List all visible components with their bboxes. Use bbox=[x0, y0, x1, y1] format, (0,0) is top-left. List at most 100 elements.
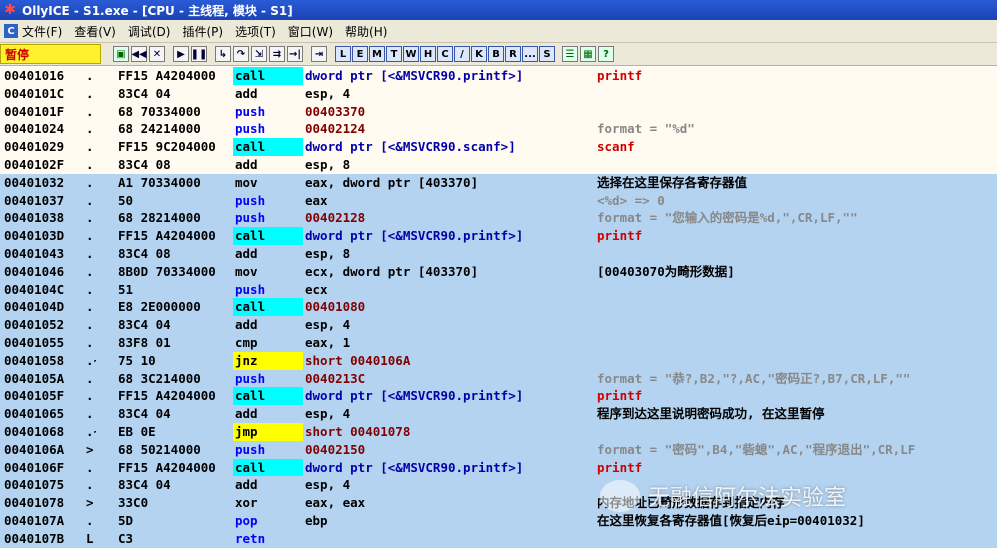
hex-dump-cell: 50 bbox=[118, 192, 134, 208]
menu-window[interactable]: 窗口(W) bbox=[288, 23, 333, 40]
disasm-row[interactable]: 0040106A >68 50214000 push 00402150 format =… bbox=[0, 440, 997, 459]
operand-cell: 00403370 bbox=[305, 103, 366, 119]
pause-icon[interactable]: ❚❚ bbox=[191, 46, 207, 62]
disasm-row[interactable]: 0040101C. 83C4 04 add esp, 4 bbox=[0, 84, 997, 103]
grid-icon[interactable]: ▦ bbox=[580, 46, 596, 62]
flow-marker: . bbox=[86, 210, 94, 226]
disasm-row[interactable]: 00401046. 8B0D 70334000 mov ecx, dword ptr … bbox=[0, 262, 997, 281]
comment-cell bbox=[585, 85, 997, 103]
disasm-row[interactable]: 0040101F. 68 70334000 push 00403370 bbox=[0, 102, 997, 121]
flow-marker: . bbox=[86, 406, 94, 422]
disasm-row[interactable]: 00401016. FF15 A4204000 call dword ptr [<&M… bbox=[0, 67, 997, 85]
mnemonic-cell: jnz bbox=[233, 351, 303, 370]
mnemonic-cell: call bbox=[233, 458, 303, 477]
operand-cell: dword ptr [<&MSVCR90.printf>] bbox=[305, 228, 524, 244]
address-cell: 00401075 bbox=[4, 477, 65, 493]
disasm-row[interactable]: 00401055. 83F8 01 cmp eax, 1 bbox=[0, 334, 997, 352]
restart-icon[interactable]: ◀◀ bbox=[131, 46, 147, 62]
disasm-row[interactable]: 0040104C. 51 push ecx bbox=[0, 280, 997, 299]
disasm-row[interactable]: 00401029. FF15 9C204000 call dword ptr [<&M… bbox=[0, 138, 997, 156]
menu-view[interactable]: 查看(V) bbox=[74, 23, 116, 40]
operand-cell: dword ptr [<&MSVCR90.printf>] bbox=[305, 459, 524, 475]
source-button[interactable]: S bbox=[539, 46, 555, 62]
list-icon[interactable]: ☰ bbox=[562, 46, 578, 62]
disasm-row[interactable]: 0040102F. 83C4 08 add esp, 8 bbox=[0, 156, 997, 174]
disasm-row[interactable]: 00401052. 83C4 04 add esp, 4 bbox=[0, 316, 997, 334]
run-icon[interactable]: ▶ bbox=[173, 46, 189, 62]
execute-till-return-icon[interactable]: →| bbox=[287, 46, 303, 62]
disasm-row[interactable]: 00401043. 83C4 08 add esp, 8 bbox=[0, 245, 997, 263]
menu-plugins[interactable]: 插件(P) bbox=[182, 23, 223, 40]
address-cell: 0040103D bbox=[4, 228, 65, 244]
step-over-icon[interactable]: ↷ bbox=[233, 46, 249, 62]
help-icon[interactable]: ? bbox=[598, 46, 614, 62]
windows-button[interactable]: W bbox=[403, 46, 419, 62]
operand-cell: ecx, dword ptr [403370] bbox=[305, 263, 479, 279]
menu-help[interactable]: 帮助(H) bbox=[345, 23, 387, 40]
mnemonic-cell: push bbox=[235, 121, 266, 137]
mnemonic-cell: call bbox=[233, 138, 303, 156]
disasm-row[interactable]: 0040107B L. C3 retn bbox=[0, 529, 997, 548]
operand-cell: eax, eax bbox=[305, 495, 366, 511]
address-cell: 00401065 bbox=[4, 406, 65, 422]
disasm-row[interactable]: 0040105F. FF15 A4204000 call dword ptr [<&M… bbox=[0, 387, 997, 406]
hex-dump-cell: 83C4 08 bbox=[118, 157, 171, 172]
patches-button[interactable]: / bbox=[454, 46, 470, 62]
flow-marker: . bbox=[86, 68, 94, 83]
menu-debug[interactable]: 调试(D) bbox=[128, 23, 171, 40]
menu-options[interactable]: 选项(T) bbox=[235, 23, 276, 40]
flow-marker: > bbox=[86, 441, 94, 457]
references-button[interactable]: R bbox=[505, 46, 521, 62]
hex-dump-cell: 68 28214000 bbox=[118, 210, 201, 226]
comment-cell: printf bbox=[597, 388, 643, 404]
threads-button[interactable]: T bbox=[386, 46, 402, 62]
goto-icon[interactable]: ⇥ bbox=[311, 46, 327, 62]
trace-into-icon[interactable]: ⇲ bbox=[251, 46, 267, 62]
operand-cell bbox=[305, 530, 583, 548]
disasm-row[interactable]: 0040105A. 68 3C214000 push 0040213C format =… bbox=[0, 369, 997, 388]
operand-cell: dword ptr [<&MSVCR90.printf>] bbox=[305, 68, 524, 83]
comment-cell bbox=[585, 530, 997, 548]
operand-cell: esp, 8 bbox=[305, 157, 351, 172]
address-cell: 0040106F bbox=[4, 459, 65, 475]
watermark-text: 无融信阿尔法实验室 bbox=[648, 486, 847, 511]
operand-cell: 00402128 bbox=[305, 210, 366, 226]
cpu-window-icon[interactable]: C bbox=[4, 24, 18, 38]
comment-cell: format = "密码",B4,"砦螅",AC,"程序退出",CR,LF bbox=[597, 441, 916, 457]
disasm-row[interactable]: 00401058 .~ 75 10 jnzshort 0040106A bbox=[0, 351, 997, 370]
executables-button[interactable]: E bbox=[352, 46, 368, 62]
close-icon[interactable]: ✕ bbox=[149, 46, 165, 62]
watermark: 无融信阿尔法实验室 bbox=[600, 476, 980, 516]
disasm-row[interactable]: 00401024. 68 24214000 push 00402124 format =… bbox=[0, 120, 997, 139]
menu-file[interactable]: 文件(F) bbox=[22, 23, 62, 40]
disasm-row[interactable]: 0040103D. FF15 A4204000 call dword ptr [<&M… bbox=[0, 227, 997, 245]
flow-marker: L. bbox=[86, 530, 96, 546]
open-icon[interactable]: ▣ bbox=[113, 46, 129, 62]
log-window-button[interactable]: L bbox=[335, 46, 351, 62]
disasm-row[interactable]: 00401068 .~ EB 0E jmpshort 00401078 bbox=[0, 423, 997, 441]
disassembly-pane[interactable]: 00401016. FF15 A4204000 call dword ptr [<&M… bbox=[0, 67, 997, 548]
trace-over-icon[interactable]: ⇉ bbox=[269, 46, 285, 62]
cpu-button[interactable]: C bbox=[437, 46, 453, 62]
disasm-row[interactable]: 00401037. 50 push eax <%d> => 0 bbox=[0, 191, 997, 210]
hex-dump-cell: 5D bbox=[118, 513, 134, 528]
disasm-row[interactable]: 0040104D. E8 2E000000 call 00401080 bbox=[0, 298, 997, 317]
address-cell: 00401055 bbox=[4, 335, 65, 350]
breakpoints-button[interactable]: B bbox=[488, 46, 504, 62]
disasm-row[interactable]: 00401032. A1 70334000 mov eax, dword ptr [4… bbox=[0, 173, 997, 192]
operand-cell: esp, 4 bbox=[305, 477, 351, 493]
mnemonic-cell: add bbox=[235, 246, 258, 261]
address-cell: 00401043 bbox=[4, 246, 65, 261]
flow-marker: . bbox=[86, 139, 94, 155]
operand-cell: 00402124 bbox=[305, 121, 366, 137]
run-trace-button[interactable]: ... bbox=[522, 46, 538, 62]
step-into-icon[interactable]: ↳ bbox=[215, 46, 231, 62]
disasm-row[interactable]: 0040106F. FF15 A4204000 call dword ptr [<&M… bbox=[0, 458, 997, 477]
flow-marker: . bbox=[86, 513, 94, 528]
call-stack-button[interactable]: K bbox=[471, 46, 487, 62]
memory-map-button[interactable]: M bbox=[369, 46, 385, 62]
disasm-row[interactable]: 00401038. 68 28214000 push 00402128 format =… bbox=[0, 209, 997, 228]
disasm-row[interactable]: 00401065. 83C4 04 add esp, 4 程序到达这里说明密码成功, 在… bbox=[0, 405, 997, 423]
handles-button[interactable]: H bbox=[420, 46, 436, 62]
address-cell: 00401016 bbox=[4, 68, 65, 83]
